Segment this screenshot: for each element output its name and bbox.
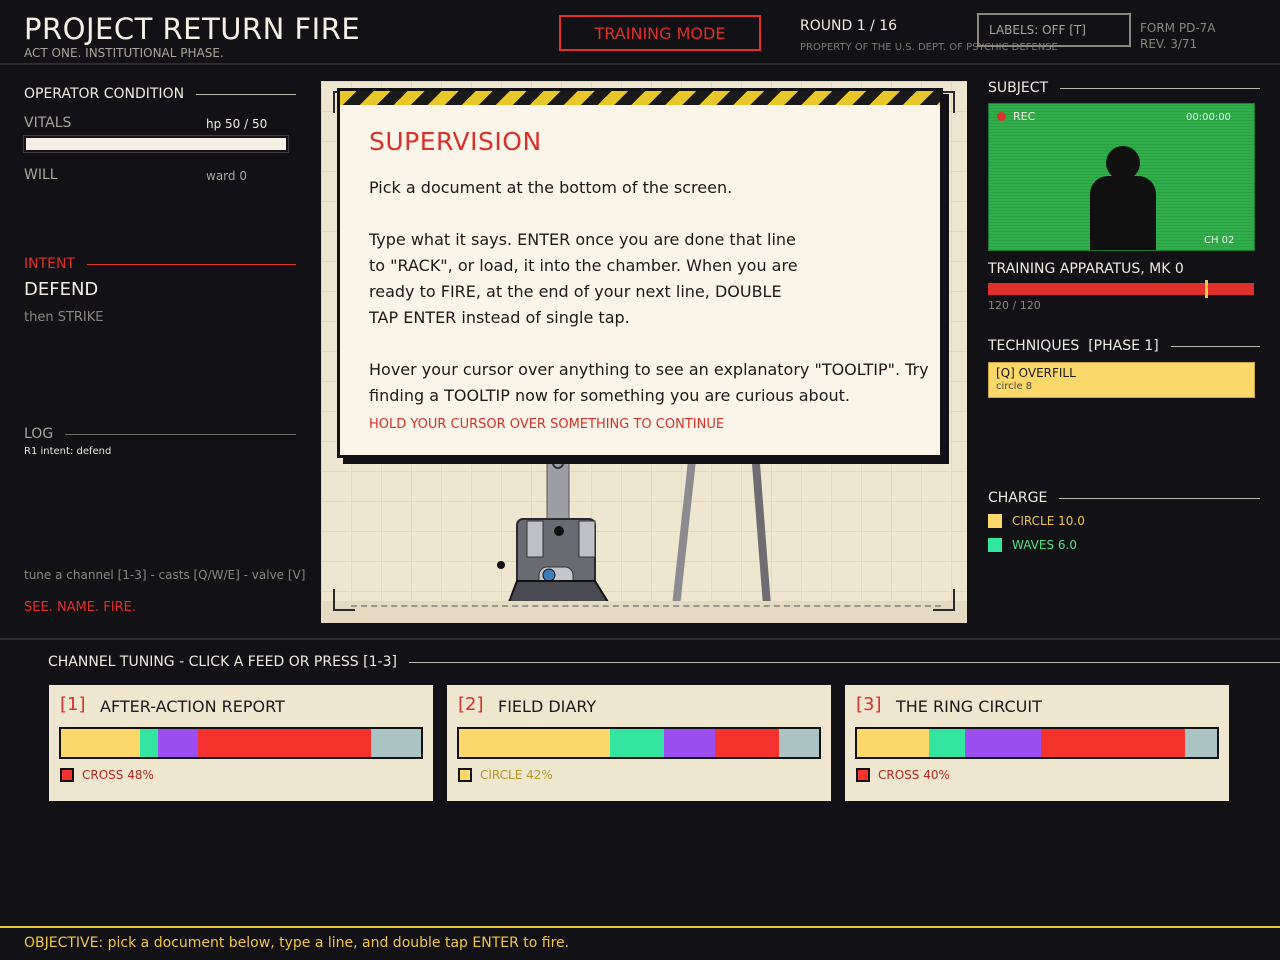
dialog-paragraph: Hover your cursor over anything to see a… [369, 360, 929, 405]
subject-heading: SUBJECT [988, 80, 1260, 96]
engine-rivet [497, 561, 505, 569]
column [546, 450, 570, 522]
hazard-stripe [340, 91, 940, 105]
floor-guide [351, 605, 941, 607]
spectrum-segment-blank [1184, 729, 1217, 757]
apparatus-name: TRAINING APPARATUS, MK 0 [988, 261, 1184, 277]
spectrum-segment-blank [370, 729, 421, 757]
cylinder-left [526, 520, 544, 558]
charge-waves: WAVES 6.0 [988, 538, 1077, 552]
spectrum-segment-circle [459, 729, 611, 757]
header-divider [0, 63, 1280, 65]
hp-bar-fill [26, 138, 286, 150]
spectrum-segment-waves [929, 729, 965, 757]
labels-toggle-button[interactable]: LABELS: OFF [T] [977, 13, 1131, 47]
channel-spectrum [59, 727, 423, 759]
tuning-divider [0, 638, 1280, 640]
ward-value: ward 0 [206, 169, 247, 183]
channel-card-3[interactable]: [3] THE RING CIRCUIT CROSS 40% [845, 685, 1229, 801]
game-subtitle: ACT ONE. INSTITUTIONAL PHASE. [24, 46, 224, 60]
vitals-label: VITALS [24, 115, 72, 131]
rec-label: REC [1013, 110, 1036, 123]
channel-title: FIELD DIARY [498, 697, 597, 716]
engine-port [554, 526, 564, 536]
engine-gauge [542, 568, 556, 582]
feed-timecode: 00:00:00 [1186, 112, 1231, 123]
technique-name: [Q] OVERFILL [996, 366, 1076, 380]
technique-overfill[interactable]: [Q] OVERFILL circle 8 [988, 362, 1255, 398]
spectrum-segment-cross [1040, 729, 1185, 757]
spectrum-segment-violet [158, 729, 198, 757]
waves-swatch-icon [988, 538, 1002, 552]
controls-hint: tune a channel [1-3] - casts [Q/W/E] - v… [24, 568, 306, 582]
circle-swatch-icon [988, 514, 1002, 528]
round-counter: ROUND 1 / 16 [800, 18, 898, 34]
form-code: FORM PD-7A REV. 3/71 [1140, 20, 1216, 52]
charge-circle: CIRCLE 10.0 [988, 514, 1085, 528]
hp-value: hp 50 / 50 [206, 117, 268, 131]
channel-dominant: CIRCLE 42% [458, 768, 553, 782]
log-entry: R1 intent: defend [24, 446, 112, 457]
dominant-swatch-icon [856, 768, 870, 782]
channel-tuning-heading: CHANNEL TUNING - CLICK A FEED OR PRESS [… [48, 654, 1280, 670]
subject-camera-feed[interactable]: REC 00:00:00 CH 02 [988, 103, 1255, 251]
hp-bar [23, 135, 289, 153]
objective-text: OBJECTIVE: pick a document below, type a… [24, 935, 570, 951]
intent-heading: INTENT [24, 256, 296, 272]
form-number: FORM PD-7A [1140, 21, 1216, 35]
channel-card-2[interactable]: [2] FIELD DIARY CIRCLE 42% [447, 685, 831, 801]
current-intent: DEFEND [24, 279, 99, 300]
apparatus-hp-value: 120 / 120 [988, 299, 1041, 312]
form-revision: REV. 3/71 [1140, 37, 1198, 51]
technique-cost: circle 8 [996, 381, 1033, 392]
channel-dominant: CROSS 40% [856, 768, 950, 782]
techniques-heading: TECHNIQUES [PHASE 1] [988, 338, 1260, 354]
spectrum-segment-blank [779, 729, 819, 757]
channel-card-1[interactable]: [1] AFTER-ACTION REPORT CROSS 48% [49, 685, 433, 801]
spectrum-segment-violet [965, 729, 1041, 757]
channel-spectrum [457, 727, 821, 759]
channel-spectrum [855, 727, 1219, 759]
spectrum-segment-waves [140, 729, 159, 757]
dominant-swatch-icon [60, 768, 74, 782]
spectrum-segment-violet [664, 729, 715, 757]
channel-dominant: CROSS 48% [60, 768, 154, 782]
channel-title: THE RING CIRCUIT [896, 697, 1042, 716]
dialog-paragraph: Pick a document at the bottom of the scr… [369, 178, 733, 197]
supervision-dialog[interactable]: SUPERVISION Pick a document at the botto… [337, 88, 943, 458]
dominant-swatch-icon [458, 768, 472, 782]
charge-heading: CHARGE [988, 490, 1260, 506]
subject-silhouette-head [1106, 146, 1140, 180]
tripod-leg-left [672, 450, 697, 607]
next-intent: then STRIKE [24, 310, 104, 325]
dialog-continue-hint: HOLD YOUR CURSOR OVER SOMETHING TO CONTI… [369, 417, 725, 432]
frame-corner [933, 589, 955, 611]
game-title: PROJECT RETURN FIRE [24, 12, 361, 46]
training-mode-badge: TRAINING MODE [559, 15, 761, 51]
rec-indicator-icon [997, 112, 1006, 121]
will-label: WILL [24, 167, 58, 183]
spectrum-segment-circle [857, 729, 929, 757]
subject-silhouette-body [1090, 176, 1156, 250]
frame-corner [333, 589, 355, 611]
channel-number: [3] [856, 694, 882, 715]
apparatus-hp-marker [1205, 280, 1208, 298]
tripod-leg-right [751, 450, 771, 607]
spectrum-segment-cross [197, 729, 371, 757]
channel-title: AFTER-ACTION REPORT [100, 697, 285, 716]
log-heading: LOG [24, 426, 296, 442]
spectrum-segment-waves [610, 729, 665, 757]
channel-number: [2] [458, 694, 484, 715]
dialog-paragraph: Type what it says. ENTER once you are do… [369, 230, 798, 327]
channel-number: [1] [60, 694, 86, 715]
slogan: SEE. NAME. FIRE. [24, 600, 136, 615]
objective-divider [0, 926, 1280, 928]
cylinder-right [578, 520, 596, 558]
spectrum-segment-cross [714, 729, 780, 757]
dialog-title: SUPERVISION [369, 127, 542, 156]
operator-condition-heading: OPERATOR CONDITION [24, 86, 296, 102]
feed-channel: CH 02 [1204, 235, 1235, 246]
apparatus-hp-bar [988, 283, 1254, 295]
spectrum-segment-circle [61, 729, 141, 757]
